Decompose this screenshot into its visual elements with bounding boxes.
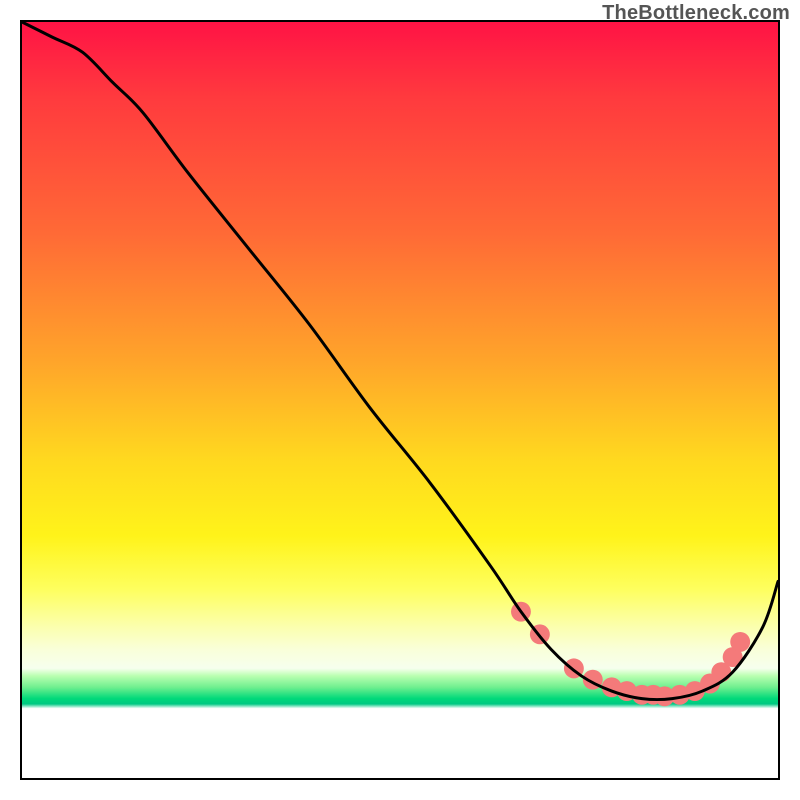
highlight-dot [730, 632, 750, 652]
marker-group [511, 602, 750, 707]
curve-layer [22, 22, 778, 778]
bottleneck-curve-path [22, 22, 778, 700]
chart-container: TheBottleneck.com [0, 0, 800, 800]
plot-area [20, 20, 780, 780]
